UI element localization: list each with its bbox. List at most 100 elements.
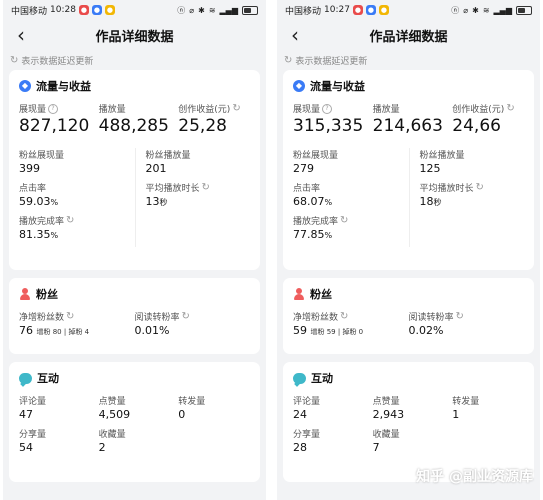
delayed-icon: ↻	[340, 215, 349, 226]
interaction-card-header: 互动	[19, 370, 250, 386]
exposure-label: 展现量	[19, 105, 47, 115]
app-notification-icon: ●	[78, 5, 89, 15]
help-icon[interactable]: ?	[48, 103, 59, 114]
plays-label: 播放量	[98, 105, 126, 115]
help-icon[interactable]: ?	[322, 103, 333, 114]
delayed-icon: ↻	[232, 103, 241, 114]
shares-value: 28	[293, 441, 307, 454]
battery-icon	[242, 5, 258, 15]
delay-note-text: 表示数据延迟更新	[295, 56, 368, 67]
fan-plays-label: 粉丝播放量	[419, 151, 465, 161]
wifi-icon: ≋	[482, 5, 490, 15]
nav-bar: ‹ 作品详细数据	[277, 20, 540, 50]
fan-exposure-label: 粉丝展现量	[293, 151, 339, 161]
signal-icon: ▂▄▆	[219, 5, 238, 15]
back-arrow-icon[interactable]: ‹	[283, 23, 307, 47]
favorites-label: 收藏量	[372, 430, 400, 440]
ctr-value: 59.03%	[19, 195, 59, 208]
plays-value: 214,663	[372, 116, 443, 136]
fans-gain: 增粉 59	[310, 328, 336, 336]
completion-value: 81.35%	[19, 228, 59, 241]
favorites-value: 2	[98, 441, 106, 454]
interaction-heading: 互动	[311, 372, 333, 385]
interaction-card: 互动 评论量 47 分享量 54 点赞量 4,509 收藏量 2 转发量 0	[9, 362, 260, 482]
forwards-label: 转发量	[452, 397, 480, 407]
completion-label: 播放完成率	[19, 217, 65, 227]
forwards-label: 转发量	[178, 397, 206, 407]
status-bar: 中国移动 10:27 ● ● ● ⓝ ⌀ ✱ ≋ ▂▄▆	[277, 0, 540, 20]
signal-icon: ▂▄▆	[493, 5, 512, 15]
fan-plays-value: 125	[419, 162, 441, 175]
back-arrow-icon[interactable]: ‹	[9, 23, 33, 47]
nav-bar: ‹ 作品详细数据	[3, 20, 266, 50]
delay-note: ↻ 表示数据延迟更新	[277, 50, 540, 70]
carrier-label: 中国移动	[11, 6, 48, 17]
net-fans-value: 76 增粉 80 | 掉粉 4	[19, 324, 90, 337]
mute-icon: ⌀	[463, 5, 469, 15]
delayed-icon: ↻	[340, 311, 349, 322]
delay-note-text: 表示数据延迟更新	[21, 56, 94, 67]
delayed-icon: ↻	[475, 182, 484, 193]
fans-loss: 掉粉 4	[68, 328, 90, 336]
shares-label: 分享量	[293, 430, 321, 440]
avg-play-label: 平均播放时长	[145, 184, 200, 194]
drop-icon: ◆	[19, 80, 31, 92]
traffic-card: ◆ 流量与收益 展现量? 315,335 播放量 214,663 创作收益(元)…	[283, 70, 534, 270]
delayed-icon: ↻	[455, 311, 464, 322]
drop-icon: ◆	[293, 80, 305, 92]
likes-value: 2,943	[372, 408, 405, 421]
app-notification-icon: ●	[378, 5, 389, 15]
delayed-icon: ↻	[66, 215, 75, 226]
likes-value: 4,509	[98, 408, 131, 421]
net-fans-value: 59 增粉 59 | 掉粉 0	[293, 324, 364, 337]
carrier-label: 中国移动	[285, 6, 322, 17]
app-notification-icon: ●	[365, 5, 376, 15]
bluetooth-icon: ✱	[472, 5, 479, 15]
avg-play-value: 18秒	[419, 195, 442, 208]
comments-value: 47	[19, 408, 33, 421]
completion-value: 77.85%	[293, 228, 333, 241]
traffic-card-header: ◆ 流量与收益	[293, 78, 524, 94]
page-title: 作品详细数据	[95, 29, 174, 45]
exposure-value: 315,335	[293, 116, 364, 136]
fans-card: 粉丝 净增粉丝数 ↻ 59 增粉 59 | 掉粉 0 阅读转粉率 ↻ 0.02%	[283, 278, 534, 354]
read-to-fan-label: 阅读转粉率	[408, 313, 454, 323]
person-icon	[293, 288, 305, 300]
traffic-heading: 流量与收益	[310, 80, 365, 93]
income-value: 24,66	[452, 116, 501, 136]
delayed-icon: ↻	[201, 182, 210, 193]
net-fans-label: 净增粉丝数	[293, 313, 339, 323]
plays-value: 488,285	[98, 116, 169, 136]
nfc-icon: ⓝ	[177, 5, 186, 15]
forwards-value: 1	[452, 408, 460, 421]
phone-screenshot-right: 中国移动 10:27 ● ● ● ⓝ ⌀ ✱ ≋ ▂▄▆ ‹ 作品详细数据 ↻ …	[277, 0, 540, 500]
app-notification-icon: ●	[352, 5, 363, 15]
phone-screenshot-left: 中国移动 10:28 ● ● ● ⓝ ⌀ ✱ ≋ ▂▄▆ ‹ 作品详细数据 ↻ …	[3, 0, 266, 500]
interaction-heading: 互动	[37, 372, 59, 385]
wifi-icon: ≋	[208, 5, 216, 15]
forwards-value: 0	[178, 408, 186, 421]
bluetooth-icon: ✱	[198, 5, 205, 15]
income-value: 25,28	[178, 116, 227, 136]
fan-plays-value: 201	[145, 162, 167, 175]
mute-icon: ⌀	[189, 5, 195, 15]
clock-time: 10:27	[324, 5, 350, 15]
fans-card-header: 粉丝	[19, 286, 250, 302]
ctr-label: 点击率	[293, 184, 321, 194]
traffic-card: ◆ 流量与收益 展现量? 827,120 播放量 488,285 创作收益(元)…	[9, 70, 260, 270]
watermark: 知乎 @副业资源库	[416, 469, 533, 485]
refresh-icon: ↻	[10, 54, 19, 66]
favorites-label: 收藏量	[98, 430, 126, 440]
shares-label: 分享量	[19, 430, 47, 440]
avg-play-label: 平均播放时长	[419, 184, 474, 194]
read-to-fan-label: 阅读转粉率	[134, 313, 180, 323]
traffic-heading: 流量与收益	[36, 80, 91, 93]
fan-plays-label: 粉丝播放量	[145, 151, 191, 161]
refresh-icon: ↻	[284, 54, 293, 66]
nfc-icon: ⓝ	[451, 5, 460, 15]
ctr-label: 点击率	[19, 184, 47, 194]
shares-value: 54	[19, 441, 33, 454]
fans-card-header: 粉丝	[293, 286, 524, 302]
comments-label: 评论量	[19, 397, 47, 407]
chat-bubble-icon	[19, 372, 32, 384]
